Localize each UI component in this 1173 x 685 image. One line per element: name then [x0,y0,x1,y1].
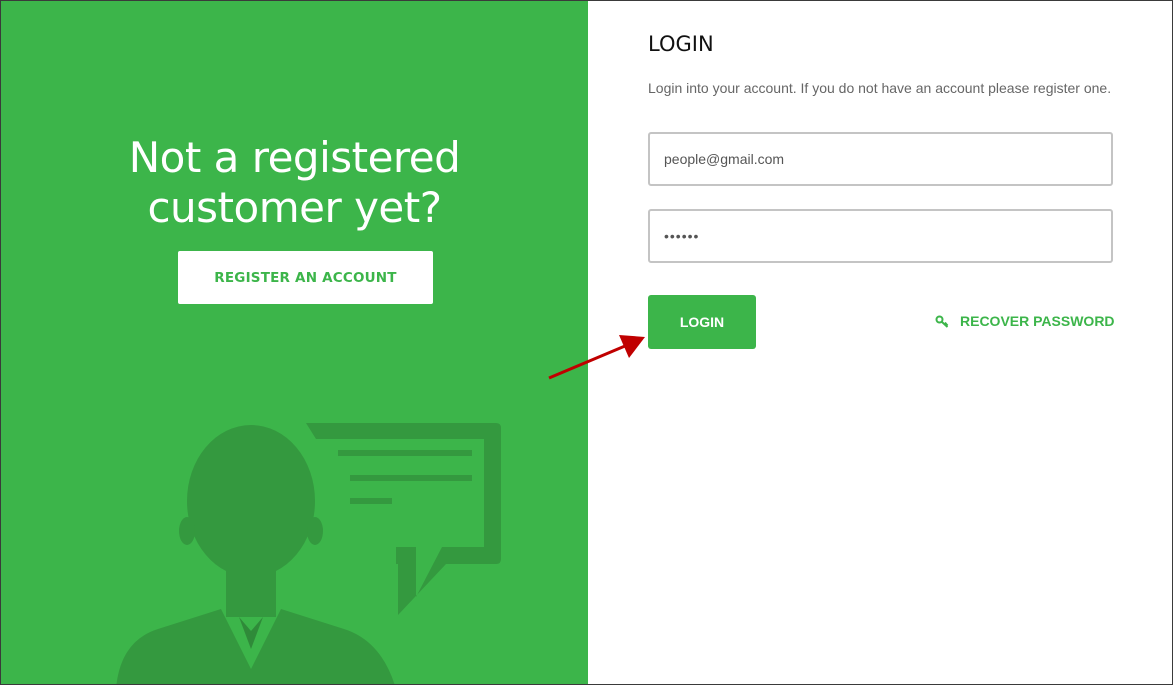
promo-headline: Not a registered customer yet? [1,133,588,233]
promo-headline-line2: customer yet? [147,183,442,232]
login-title: LOGIN [648,32,714,56]
login-panel: LOGIN Login into your account. If you do… [588,1,1172,684]
red-arrow-icon [548,335,645,380]
register-promo-panel: Not a registered customer yet? REGISTER … [1,1,588,684]
login-page: Not a registered customer yet? REGISTER … [0,0,1173,685]
login-button[interactable]: LOGIN [648,295,756,349]
password-field[interactable] [648,209,1113,263]
customer-support-icon [116,423,501,684]
key-icon [935,315,949,328]
email-field[interactable] [648,132,1113,186]
promo-headline-line1: Not a registered [128,133,461,182]
register-account-button[interactable]: REGISTER AN ACCOUNT [178,251,433,304]
recover-password-label: RECOVER PASSWORD [960,313,1115,329]
login-intro-text: Login into your account. If you do not h… [648,80,1112,96]
recover-password-link[interactable]: RECOVER PASSWORD [935,313,1115,329]
